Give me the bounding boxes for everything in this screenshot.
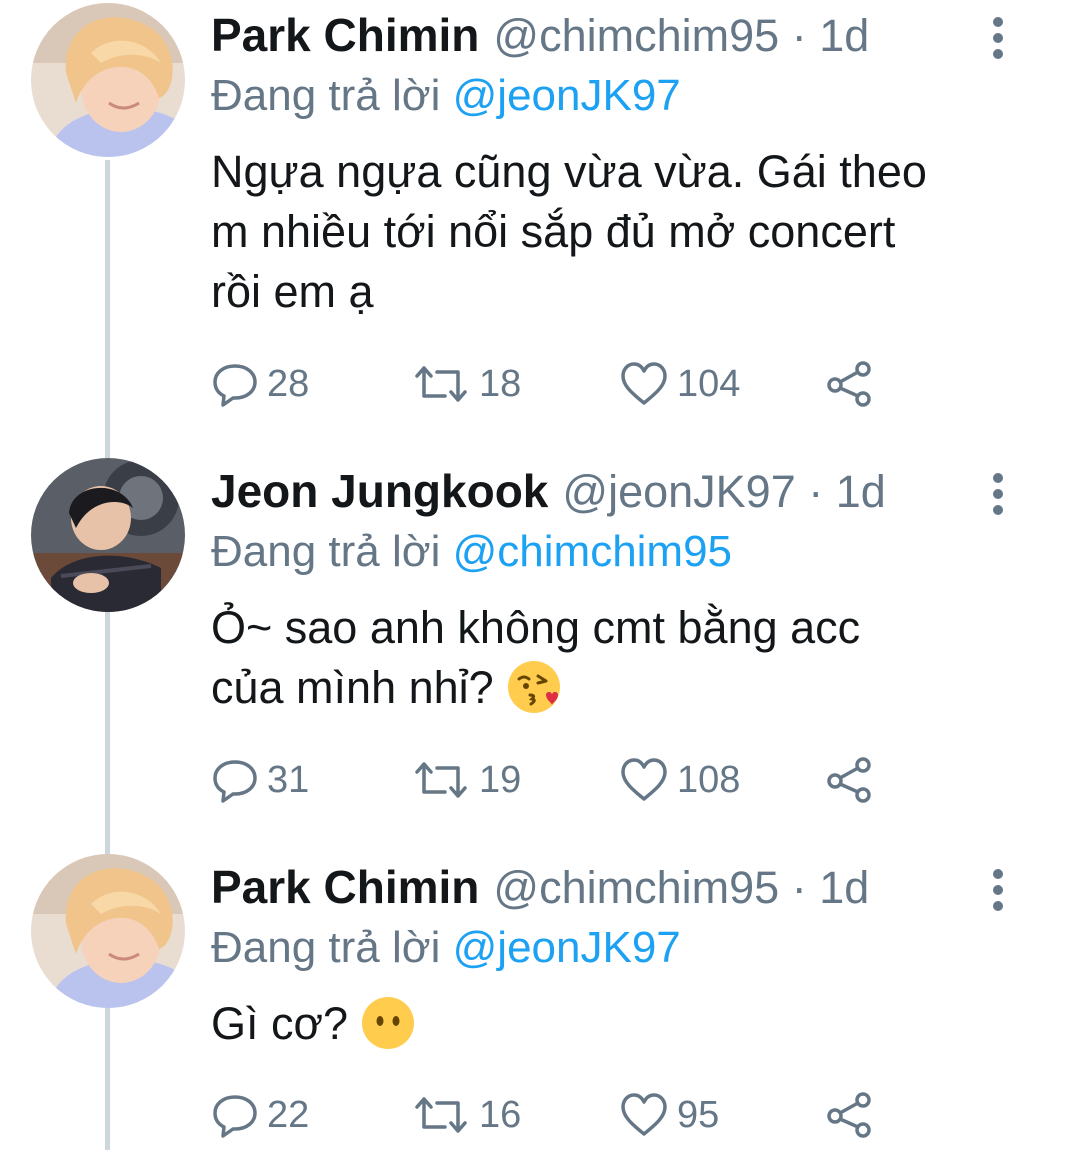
- more-vertical-icon[interactable]: [978, 470, 1018, 518]
- tweet-time[interactable]: 1d: [819, 10, 869, 61]
- avatar[interactable]: [31, 854, 185, 1008]
- like-count: 108: [677, 759, 741, 801]
- kiss-emoji: [506, 659, 562, 715]
- separator-dot: ·: [808, 466, 824, 517]
- tweet-text: Gì cơ?: [211, 994, 1011, 1054]
- tweet-text-line: m nhiều tới nổi sắp đủ mở concert: [211, 206, 896, 257]
- mention-link[interactable]: @jeonJK97: [453, 71, 681, 120]
- like-button[interactable]: 104: [619, 354, 740, 414]
- reply-count: 31: [267, 759, 310, 801]
- retweet-count: 18: [479, 363, 522, 405]
- retweet-icon: [415, 1097, 467, 1133]
- reply-icon: [213, 1095, 257, 1138]
- retweet-count: 19: [479, 759, 522, 801]
- replying-to-label: Đang trả lời: [211, 923, 441, 972]
- more-vertical-icon[interactable]: [978, 866, 1018, 914]
- handle-and-time: @chimchim95 · 1d: [493, 862, 869, 913]
- avatar[interactable]: [31, 458, 185, 612]
- tweet-actions: 22 16 95: [211, 1085, 911, 1145]
- replying-to-label: Đang trả lời: [211, 71, 441, 120]
- mention-link[interactable]: @chimchim95: [453, 527, 732, 576]
- display-name[interactable]: Park Chimin: [211, 9, 479, 61]
- user-handle[interactable]: @chimchim95: [493, 862, 779, 913]
- share-button[interactable]: [825, 750, 875, 810]
- user-avatar-dark-hair-icon: [31, 458, 185, 612]
- replying-to: Đang trả lời @jeonJK97: [211, 923, 681, 973]
- user-avatar-blonde-icon: [31, 3, 185, 157]
- tweet-text: Ỏ~ sao anh không cmt bằng acc của mình n…: [211, 598, 1011, 718]
- like-count: 95: [677, 1094, 720, 1136]
- user-handle[interactable]: @chimchim95: [493, 10, 779, 61]
- more-vertical-icon[interactable]: [978, 14, 1018, 62]
- replying-to: Đang trả lời @jeonJK97: [211, 71, 681, 121]
- like-count: 104: [677, 363, 741, 405]
- user-handle[interactable]: @jeonJK97: [562, 466, 795, 517]
- reply-button[interactable]: 31: [211, 750, 309, 810]
- tweet-text-line: của mình nhỉ?: [211, 662, 494, 713]
- tweet-text-line: Gì cơ?: [211, 998, 349, 1049]
- tweet-header: Park Chimin @chimchim95 · 1d: [211, 861, 869, 913]
- like-button[interactable]: 95: [619, 1085, 719, 1145]
- retweet-icon: [415, 366, 467, 402]
- reply-icon: [213, 760, 257, 803]
- tweet-text: Ngựa ngựa cũng vừa vừa. Gái theo m nhiều…: [211, 142, 1011, 322]
- heart-icon: [621, 1093, 667, 1136]
- tweet-text-line-with-emoji: Gì cơ?: [211, 994, 1011, 1054]
- retweet-count: 16: [479, 1094, 522, 1136]
- avatar[interactable]: [31, 3, 185, 157]
- display-name[interactable]: Park Chimin: [211, 861, 479, 913]
- display-name[interactable]: Jeon Jungkook: [211, 465, 548, 517]
- retweet-button[interactable]: 19: [411, 750, 521, 810]
- like-button[interactable]: 108: [619, 750, 740, 810]
- retweet-button[interactable]: 16: [411, 1085, 521, 1145]
- retweet-icon: [415, 762, 467, 798]
- handle-and-time: @chimchim95 · 1d: [493, 10, 869, 61]
- tweet-actions: 28 18 104: [211, 354, 911, 414]
- tweet-actions: 31 19 108: [211, 750, 911, 810]
- share-button[interactable]: [825, 354, 875, 414]
- tweet-text-line: rồi em ạ: [211, 266, 374, 317]
- reply-icon: [213, 364, 257, 407]
- reply-count: 22: [267, 1094, 310, 1136]
- tweet-header: Park Chimin @chimchim95 · 1d: [211, 9, 869, 61]
- reply-button[interactable]: 28: [211, 354, 309, 414]
- tweet-text-line: Ỏ~ sao anh không cmt bằng acc: [211, 602, 861, 653]
- replying-to-label: Đang trả lời: [211, 527, 441, 576]
- share-icon: [827, 1092, 871, 1138]
- tweet-header: Jeon Jungkook @jeonJK97 · 1d: [211, 465, 886, 517]
- heart-icon: [621, 362, 667, 405]
- separator-dot: ·: [791, 862, 807, 913]
- separator-dot: ·: [791, 10, 807, 61]
- reply-count: 28: [267, 363, 310, 405]
- reply-button[interactable]: 22: [211, 1085, 309, 1145]
- tweet-text-line: Ngựa ngựa cũng vừa vừa. Gái theo: [211, 146, 927, 197]
- retweet-button[interactable]: 18: [411, 354, 521, 414]
- tweet-text-line-with-emoji: của mình nhỉ?: [211, 658, 1011, 718]
- no-mouth-emoji: [360, 995, 416, 1051]
- share-button[interactable]: [825, 1085, 875, 1145]
- tweet-time[interactable]: 1d: [819, 862, 869, 913]
- mention-link[interactable]: @jeonJK97: [453, 923, 681, 972]
- handle-and-time: @jeonJK97 · 1d: [562, 466, 885, 517]
- share-icon: [827, 757, 871, 803]
- user-avatar-blonde-icon: [31, 854, 185, 1008]
- share-icon: [827, 361, 871, 407]
- replying-to: Đang trả lời @chimchim95: [211, 527, 732, 577]
- tweet-time[interactable]: 1d: [836, 466, 886, 517]
- heart-icon: [621, 758, 667, 801]
